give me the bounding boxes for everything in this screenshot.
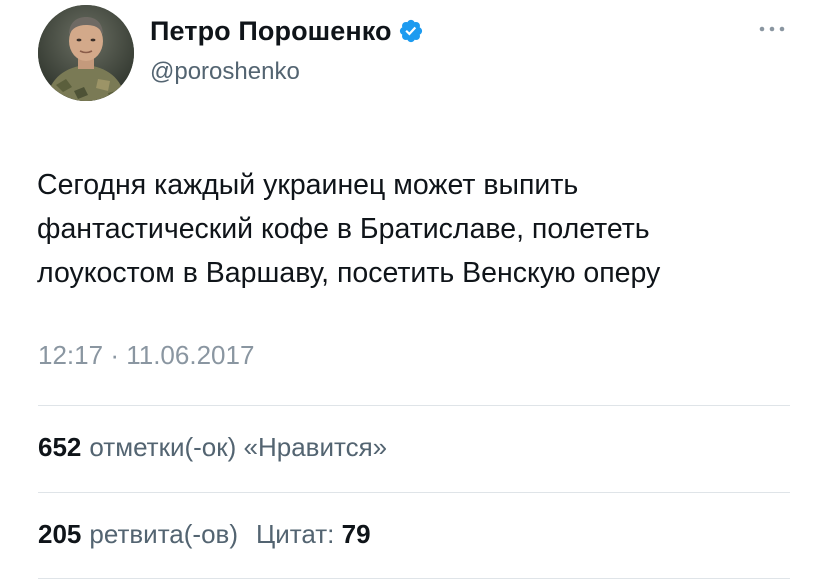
author-handle[interactable]: @poroshenko — [150, 58, 424, 86]
more-icon — [759, 26, 785, 32]
quotes-link[interactable]: Цитат: 79 — [256, 519, 371, 549]
tweet-text-line: лоукостом в Варшаву, посетить Венскую оп… — [37, 257, 661, 289]
avatar[interactable] — [38, 5, 134, 101]
tweet-text-line: Сегодня каждый украинец может выпить — [37, 169, 579, 201]
likes-count: 652 — [38, 432, 82, 462]
retweets-stat: 205 ретвита(-ов) Цитат: 79 — [38, 519, 371, 550]
quotes-label: Цитат: — [256, 519, 335, 549]
divider — [38, 405, 790, 406]
likes-label: отметки(-ок) «Нравится» — [89, 432, 388, 462]
timestamp-separator: · — [110, 340, 119, 370]
retweets-label: ретвита(-ов) — [89, 519, 239, 549]
more-options-button[interactable] — [758, 22, 786, 34]
tweet-text-line: фантастический кофе в Братиславе, полете… — [37, 213, 650, 245]
tweet-time: 12:17 — [38, 340, 104, 370]
author-block: Петро Порошенко @poroshenko — [150, 16, 424, 86]
tweet-card: Петро Порошенко @poroshenko Сегодня кажд… — [0, 0, 828, 582]
verified-badge-icon — [398, 18, 424, 44]
author-name-row: Петро Порошенко — [150, 16, 424, 46]
tweet-text: Сегодня каждый украинец может выпить фан… — [37, 163, 807, 295]
divider — [38, 492, 790, 493]
tweet-timestamp[interactable]: 12:17 · 11.06.2017 — [38, 340, 254, 371]
avatar-photo — [38, 5, 134, 101]
tweet-date: 11.06.2017 — [126, 340, 255, 370]
likes-stat[interactable]: 652 отметки(-ок) «Нравится» — [38, 432, 387, 463]
quotes-count: 79 — [341, 519, 371, 549]
divider — [38, 578, 790, 579]
author-display-name[interactable]: Петро Порошенко — [150, 16, 392, 47]
retweets-count: 205 — [38, 519, 82, 549]
retweets-link[interactable]: 205 ретвита(-ов) — [38, 519, 238, 549]
